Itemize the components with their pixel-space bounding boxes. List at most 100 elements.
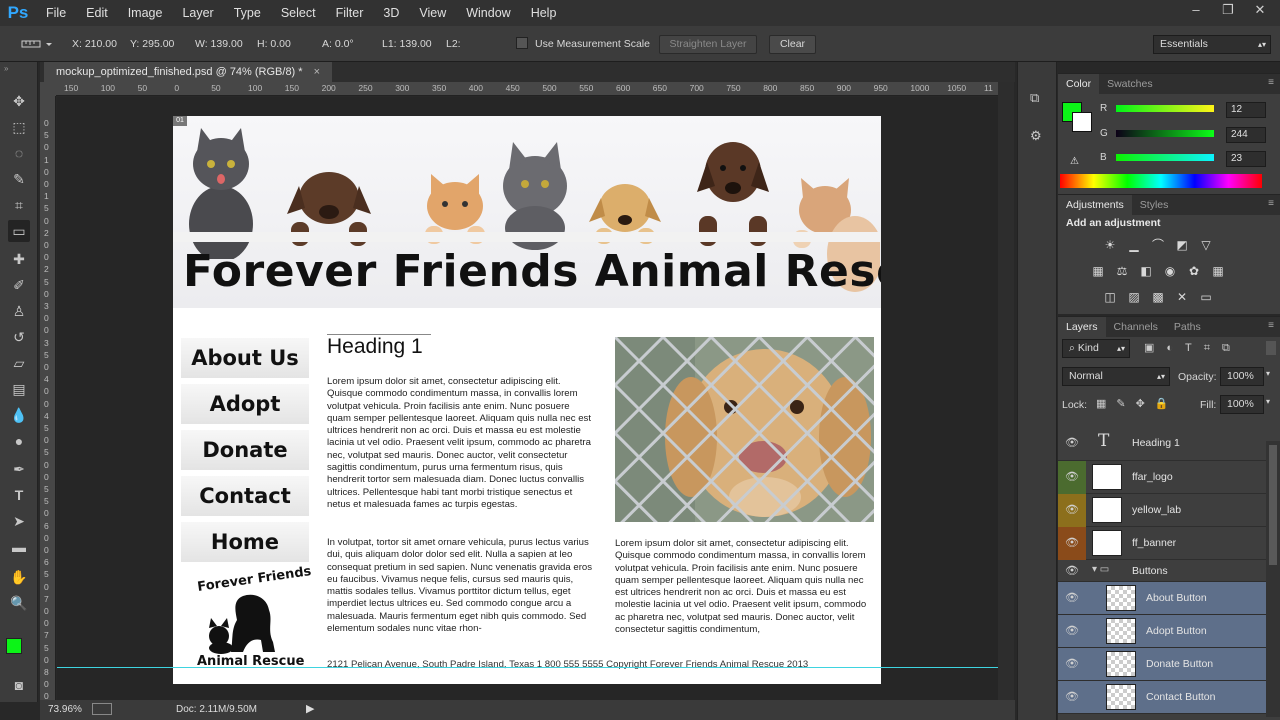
workspace-select[interactable]: Essentials ▴▾	[1153, 35, 1271, 54]
invert-icon[interactable]: ◫	[1102, 289, 1118, 305]
background-swatch[interactable]	[1072, 112, 1092, 132]
menu-edit[interactable]: Edit	[76, 0, 118, 26]
layer-filter-icons[interactable]: ▣◐T⌗⧉	[1144, 341, 1242, 355]
layer-row[interactable]: 👁 Adopt Button	[1058, 615, 1266, 648]
stamp-tool-icon[interactable]: ♙	[8, 300, 30, 322]
threshold-icon[interactable]: ▩	[1150, 289, 1166, 305]
fill-arrow-icon[interactable]: ▾	[1266, 397, 1270, 406]
vibrance-icon[interactable]: ▽	[1198, 237, 1214, 253]
gradient-tool-icon[interactable]: ▤	[8, 378, 30, 400]
blur-tool-icon[interactable]: 💧	[8, 404, 30, 426]
lasso-tool-icon[interactable]: ◌	[8, 142, 30, 164]
pen-tool-icon[interactable]: ✒	[8, 458, 30, 480]
tab-channels[interactable]: Channels	[1106, 317, 1166, 337]
visibility-eye-icon[interactable]: 👁	[1058, 648, 1086, 681]
color-lookup-icon[interactable]: ▦	[1210, 263, 1226, 279]
marquee-tool-icon[interactable]: ⬚	[8, 116, 30, 138]
visibility-eye-icon[interactable]: 👁	[1058, 494, 1086, 527]
blend-mode-select[interactable]: Normal ▴▾	[1062, 367, 1170, 386]
layer-row[interactable]: 👁 Contact Button	[1058, 681, 1266, 714]
levels-icon[interactable]: ▁	[1126, 237, 1142, 253]
document-canvas[interactable]: Forever Friends Animal Rescue About Us A…	[173, 116, 881, 684]
hand-tool-icon[interactable]: ✋	[8, 566, 30, 588]
visibility-eye-icon[interactable]: 👁	[1058, 425, 1086, 461]
layer-row[interactable]: 👁 yellow_lab	[1058, 494, 1266, 527]
layer-row[interactable]: 👁 T Heading 1	[1058, 425, 1266, 461]
ruler-tool-preset-picker[interactable]	[20, 35, 56, 53]
nav-donate-button[interactable]: Donate	[181, 430, 309, 470]
red-track[interactable]	[1116, 105, 1214, 112]
opacity-field[interactable]: 100%	[1220, 367, 1264, 386]
share-icon[interactable]	[92, 703, 112, 715]
exposure-icon[interactable]: ◩	[1174, 237, 1190, 253]
quick-mask-icon[interactable]: ◙	[8, 674, 30, 696]
straighten-layer-button[interactable]: Straighten Layer	[659, 35, 757, 54]
shape-tool-icon[interactable]: ▬	[8, 536, 30, 558]
gamut-warning-icon[interactable]: ⚠	[1070, 156, 1079, 167]
posterize-icon[interactable]: ▨	[1126, 289, 1142, 305]
menu-help[interactable]: Help	[521, 0, 567, 26]
red-value[interactable]: 12	[1226, 102, 1266, 118]
folder-icon[interactable]: ▾ ▭	[1092, 564, 1109, 575]
measurement-scale-checkbox[interactable]	[516, 37, 528, 49]
panel-menu-icon[interactable]: ≡	[1268, 198, 1274, 209]
menu-window[interactable]: Window	[456, 0, 520, 26]
vertical-ruler[interactable]: 0501001502002503003504004505005506006507…	[40, 96, 56, 700]
layer-row[interactable]: 👁 About Button	[1058, 582, 1266, 615]
layer-row[interactable]: 👁 Donate Button	[1058, 648, 1266, 681]
nav-contact-button[interactable]: Contact	[181, 476, 309, 516]
menu-filter[interactable]: Filter	[326, 0, 374, 26]
panel-menu-icon[interactable]: ≡	[1268, 320, 1274, 331]
visibility-eye-icon[interactable]: 👁	[1058, 527, 1086, 560]
foreground-color-swatch[interactable]	[6, 638, 22, 654]
channel-mixer-icon[interactable]: ✿	[1186, 263, 1202, 279]
visibility-eye-icon[interactable]: 👁	[1058, 582, 1086, 615]
guide-line[interactable]	[57, 667, 998, 668]
panel-menu-icon[interactable]: ≡	[1268, 77, 1274, 88]
visibility-eye-icon[interactable]: 👁	[1058, 461, 1086, 494]
clear-button[interactable]: Clear	[769, 35, 816, 54]
curves-icon[interactable]: ⌒	[1150, 237, 1166, 253]
dodge-tool-icon[interactable]: ●	[8, 430, 30, 452]
menu-3d[interactable]: 3D	[373, 0, 409, 26]
visibility-eye-icon[interactable]: 👁	[1058, 560, 1086, 582]
menu-image[interactable]: Image	[118, 0, 173, 26]
layer-filter-select[interactable]: ⌕ Kind ▴▾	[1062, 339, 1130, 358]
green-value[interactable]: 244	[1226, 127, 1266, 143]
nav-about-us-button[interactable]: About Us	[181, 338, 309, 378]
black-white-icon[interactable]: ◧	[1138, 263, 1154, 279]
restore-button[interactable]: ❐	[1216, 1, 1240, 19]
visibility-eye-icon[interactable]: 👁	[1058, 615, 1086, 648]
tab-color[interactable]: Color	[1058, 74, 1100, 94]
tab-layers[interactable]: Layers	[1058, 317, 1106, 337]
green-track[interactable]	[1116, 130, 1214, 137]
brush-tool-icon[interactable]: ✐	[8, 274, 30, 296]
filter-toggle[interactable]	[1266, 341, 1276, 355]
zoom-tool-icon[interactable]: 🔍	[8, 592, 30, 614]
status-menu-arrow-icon[interactable]: ▶	[306, 702, 314, 715]
selective-color-icon[interactable]: ✕	[1174, 289, 1190, 305]
move-tool-icon[interactable]: ✥	[8, 90, 30, 112]
document-tab[interactable]: mockup_optimized_finished.psd @ 74% (RGB…	[44, 62, 333, 82]
tab-adjustments[interactable]: Adjustments	[1058, 195, 1132, 215]
properties-panel-icon[interactable]: ⚙	[1030, 128, 1046, 144]
visibility-eye-icon[interactable]: 👁	[1058, 681, 1086, 714]
zoom-level[interactable]: 73.96%	[48, 704, 82, 715]
quick-select-tool-icon[interactable]: ✎	[8, 168, 30, 190]
path-select-icon[interactable]: ➤	[8, 510, 30, 532]
close-button[interactable]: ✕	[1248, 1, 1272, 19]
layer-row[interactable]: 👁 ▾ ▭ Buttons	[1058, 560, 1266, 582]
menu-file[interactable]: File	[36, 0, 76, 26]
gradient-map-icon[interactable]: ▭	[1198, 289, 1214, 305]
minimize-button[interactable]: –	[1184, 1, 1208, 19]
menu-view[interactable]: View	[409, 0, 456, 26]
history-panel-icon[interactable]: ⧉	[1030, 90, 1046, 106]
crop-tool-icon[interactable]: ⌗	[8, 194, 30, 216]
color-balance-icon[interactable]: ⚖	[1114, 263, 1130, 279]
photo-filter-icon[interactable]: ◉	[1162, 263, 1178, 279]
menu-select[interactable]: Select	[271, 0, 326, 26]
opacity-arrow-icon[interactable]: ▾	[1266, 369, 1270, 378]
healing-brush-icon[interactable]: ✚	[8, 248, 30, 270]
menu-layer[interactable]: Layer	[172, 0, 223, 26]
hue-saturation-icon[interactable]: ▦	[1090, 263, 1106, 279]
